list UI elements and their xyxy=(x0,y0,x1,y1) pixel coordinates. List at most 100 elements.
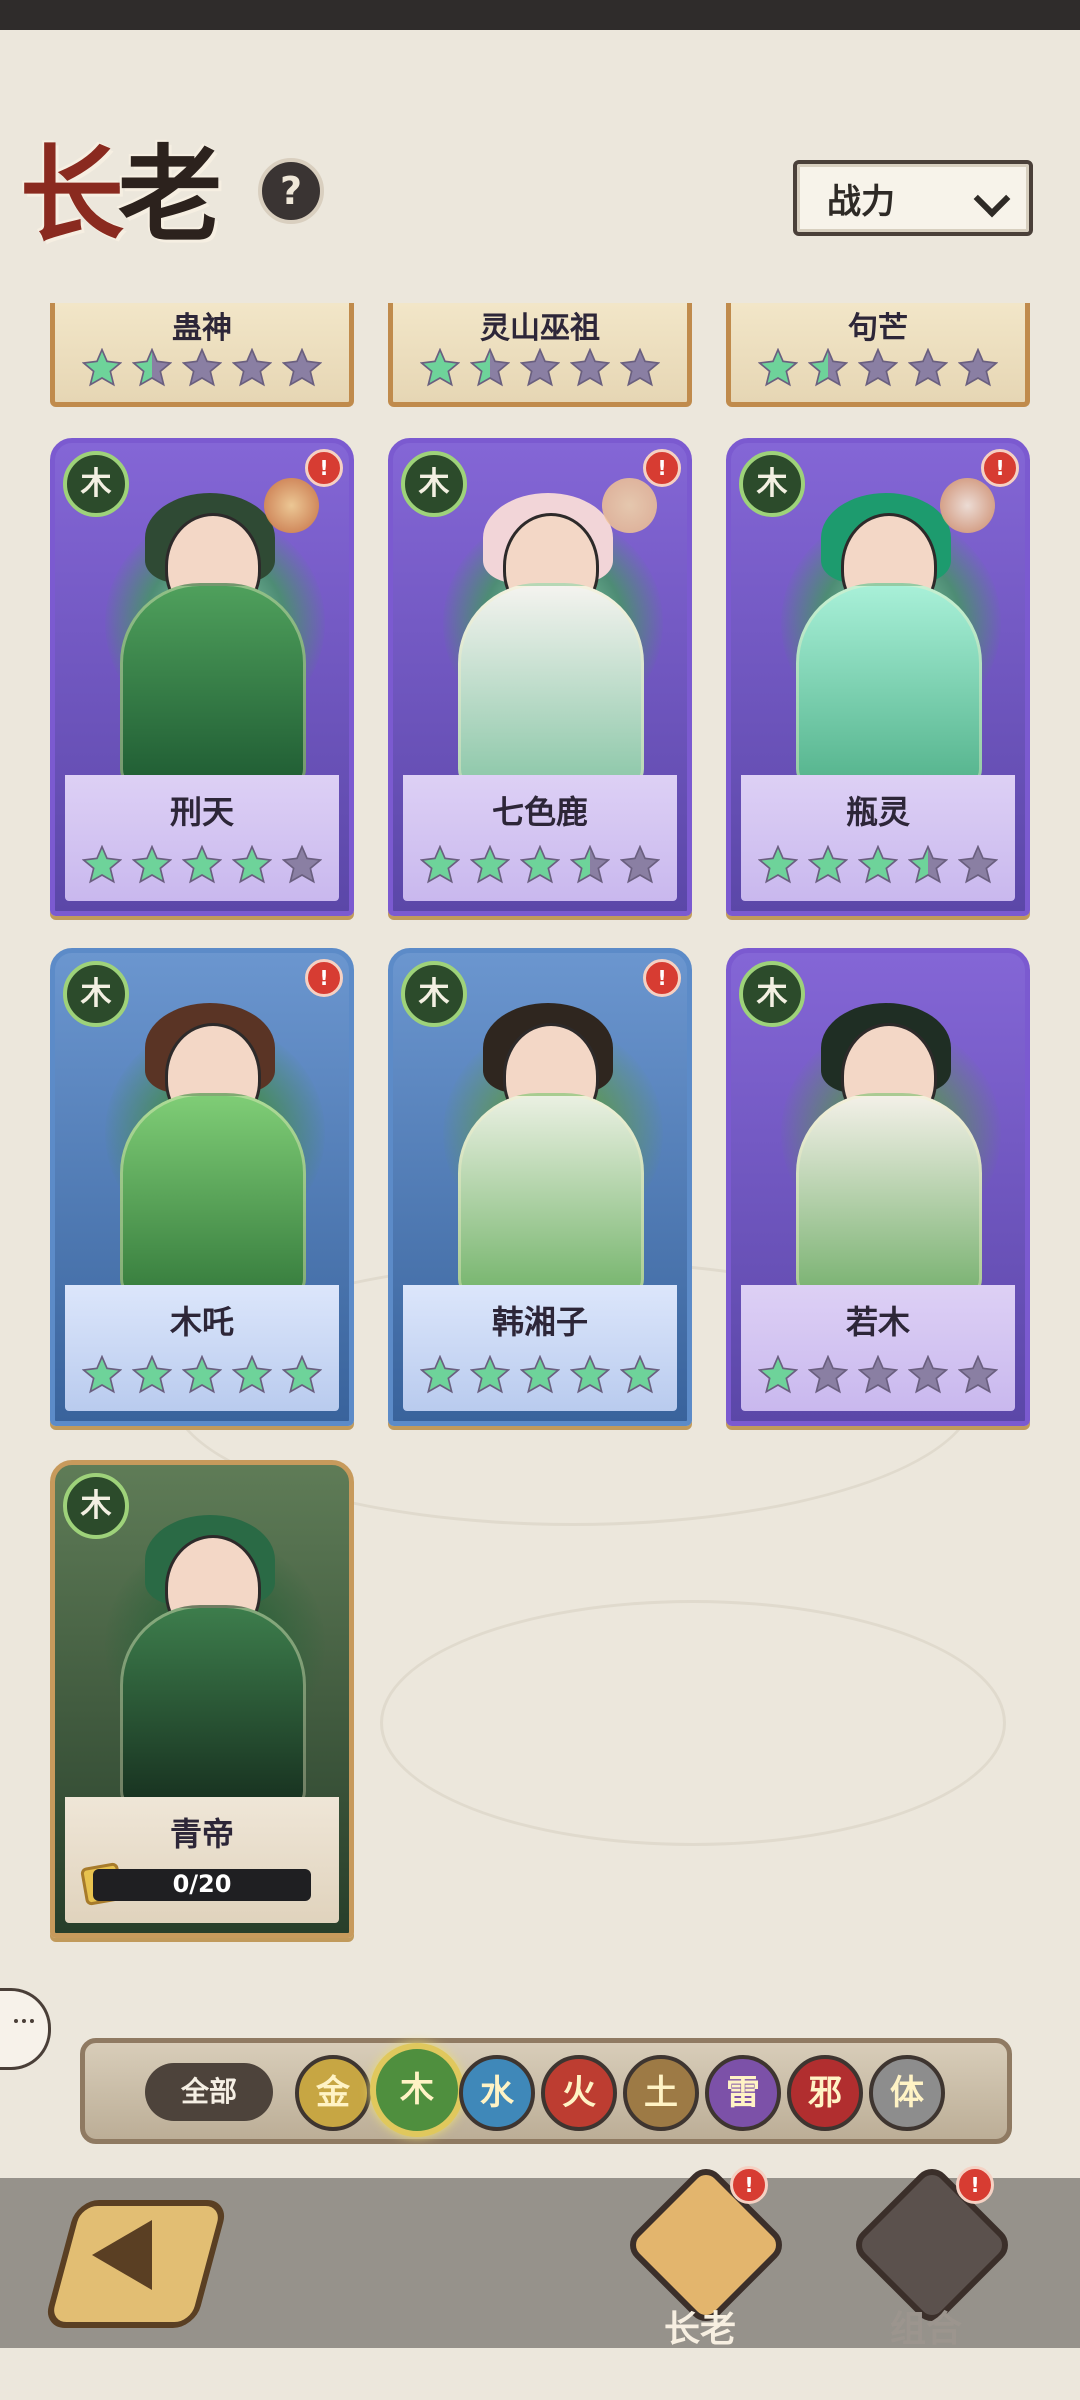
character-card-pingling[interactable]: 瓶灵 木 ! xyxy=(726,438,1030,916)
star xyxy=(131,844,173,885)
card-name: 若木 xyxy=(845,1303,910,1341)
partial-card-1[interactable]: 蛊神 xyxy=(50,303,354,407)
star xyxy=(619,844,661,885)
character-card-ruomu[interactable]: 若木 木 xyxy=(726,948,1030,1426)
star-icon xyxy=(519,1354,561,1394)
filter-element-7[interactable]: 体 xyxy=(869,2055,945,2131)
filter-element-0[interactable]: 金 xyxy=(295,2055,371,2131)
star xyxy=(519,347,561,388)
card-name: 瓶灵 xyxy=(845,793,910,831)
star xyxy=(569,347,611,388)
card-name: 木吒 xyxy=(169,1303,234,1341)
star xyxy=(907,1354,949,1395)
star xyxy=(807,347,849,388)
star xyxy=(281,1354,323,1395)
star-row xyxy=(393,347,687,388)
star-icon xyxy=(131,844,173,884)
star-icon xyxy=(569,347,611,387)
decorative-cloud xyxy=(380,1600,1006,1846)
wood-element-icon: 木 xyxy=(401,451,467,517)
star xyxy=(569,1354,611,1395)
star-icon xyxy=(281,347,323,387)
star xyxy=(957,1354,999,1395)
star xyxy=(757,1354,799,1395)
card-name: 灵山巫祖 xyxy=(480,311,600,346)
star-row xyxy=(403,1354,677,1395)
star-icon xyxy=(757,347,799,387)
partial-card-3[interactable]: 句芒 xyxy=(726,303,1030,407)
filter-element-3[interactable]: 火 xyxy=(541,2055,617,2131)
help-icon[interactable]: ? xyxy=(258,158,324,224)
star xyxy=(181,844,223,885)
star xyxy=(81,347,123,388)
star-icon xyxy=(757,1354,799,1394)
star-icon xyxy=(419,1354,461,1394)
back-arrow-icon xyxy=(92,2220,152,2290)
character-card-qiselu[interactable]: 七色鹿 木 ! xyxy=(388,438,692,916)
filter-element-2[interactable]: 水 xyxy=(459,2055,535,2131)
filter-element-4[interactable]: 土 xyxy=(623,2055,699,2131)
star-icon xyxy=(231,844,273,884)
card-name: 蛊神 xyxy=(172,311,232,346)
star xyxy=(281,844,323,885)
star xyxy=(419,844,461,885)
star xyxy=(181,1354,223,1395)
star xyxy=(469,1354,511,1395)
chevron-down-icon xyxy=(973,180,1011,218)
alert-icon: ! xyxy=(643,959,681,997)
filter-element-1[interactable]: 木 xyxy=(370,2043,464,2137)
star xyxy=(807,1354,849,1395)
star xyxy=(131,1354,173,1395)
star-row xyxy=(65,844,339,885)
nav-tab-elders[interactable]: 长老 ! xyxy=(620,2161,790,2350)
character-card-qingdi[interactable]: 青帝 0/20 木 xyxy=(50,1460,354,1938)
partial-card-2[interactable]: 灵山巫祖 xyxy=(388,303,692,407)
star-icon xyxy=(81,1354,123,1394)
star xyxy=(81,1354,123,1395)
wood-element-icon: 木 xyxy=(63,451,129,517)
star-icon xyxy=(619,1354,661,1394)
star-icon xyxy=(857,1354,899,1394)
star xyxy=(469,347,511,388)
star xyxy=(907,844,949,885)
star xyxy=(757,347,799,388)
star-icon xyxy=(857,347,899,387)
star-icon xyxy=(907,844,949,884)
star xyxy=(757,844,799,885)
star-icon xyxy=(131,347,173,387)
star-icon xyxy=(519,347,561,387)
star-icon xyxy=(857,844,899,884)
star xyxy=(281,347,323,388)
character-card-hanxiangzi[interactable]: 韩湘子 木 ! xyxy=(388,948,692,1426)
element-filter-bar: 全部 金木水火土雷邪体 xyxy=(80,2038,1012,2144)
star-icon xyxy=(807,1354,849,1394)
filter-element-6[interactable]: 邪 xyxy=(787,2055,863,2131)
sort-dropdown[interactable]: 战力 xyxy=(793,160,1033,236)
star-icon xyxy=(469,347,511,387)
alert-icon: ! xyxy=(956,2166,994,2204)
star-icon xyxy=(807,844,849,884)
card-name: 青帝 xyxy=(169,1815,234,1853)
filter-all-button[interactable]: 全部 xyxy=(145,2063,273,2121)
star xyxy=(957,844,999,885)
character-card-xingtian[interactable]: 刑天 木 ! xyxy=(50,438,354,916)
star-row xyxy=(403,844,677,885)
star-icon xyxy=(569,1354,611,1394)
nav-tab-combination[interactable]: 组合 ! xyxy=(846,2161,1016,2350)
alert-icon: ! xyxy=(643,449,681,487)
star xyxy=(807,844,849,885)
star-icon xyxy=(181,347,223,387)
filter-element-5[interactable]: 雷 xyxy=(705,2055,781,2131)
star xyxy=(131,347,173,388)
star-icon xyxy=(907,347,949,387)
card-name: 七色鹿 xyxy=(491,793,588,831)
star xyxy=(231,844,273,885)
fragment-progress-bar: 0/20 xyxy=(93,1869,311,1901)
star-icon xyxy=(957,347,999,387)
character-card-muzha[interactable]: 木吒 木 ! xyxy=(50,948,354,1426)
chat-bubble-icon[interactable] xyxy=(0,1988,51,2070)
wood-element-icon: 木 xyxy=(739,961,805,1027)
star xyxy=(857,844,899,885)
star-icon xyxy=(469,844,511,884)
alert-icon: ! xyxy=(730,2166,768,2204)
